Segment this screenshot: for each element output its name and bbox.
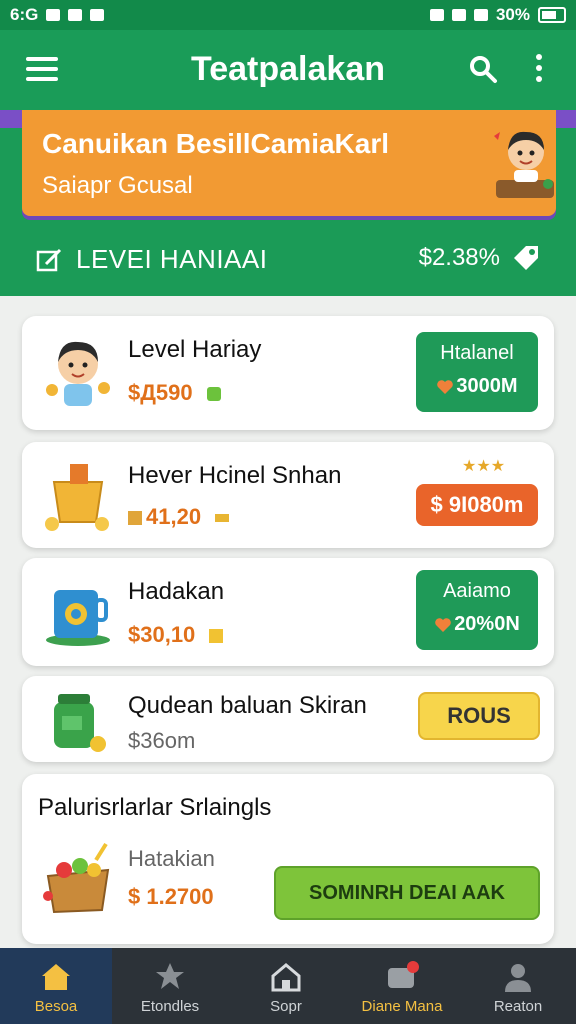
card-price-value: $30,10 bbox=[128, 622, 196, 647]
offer-card[interactable]: Hever Hcinel Snhan 41,20 ★★★ $ 9I080m bbox=[22, 442, 554, 548]
status-bar: 6:G 30% bbox=[0, 0, 576, 30]
bluetooth-icon bbox=[429, 9, 444, 21]
nav-home[interactable]: Besoa bbox=[0, 948, 112, 1024]
search-icon[interactable] bbox=[468, 54, 498, 84]
banner-character-icon bbox=[494, 131, 554, 198]
promo-action-button[interactable]: SOMINRH DEAI AAK bbox=[274, 866, 540, 920]
crown-icon bbox=[209, 629, 224, 644]
nav-label: Sopr bbox=[270, 998, 302, 1015]
card-price: $30,10 bbox=[128, 622, 224, 648]
store-icon bbox=[271, 963, 301, 992]
status-right: 30% bbox=[429, 5, 566, 25]
status-left: 6:G bbox=[10, 5, 105, 25]
button-bottom: 20%0N bbox=[416, 613, 538, 636]
button-top-label: Htalanel bbox=[440, 342, 514, 364]
claim-button[interactable]: Aaiamo 20%0N bbox=[416, 570, 538, 650]
nav-profile[interactable]: Reaton bbox=[462, 948, 574, 1024]
nav-messages[interactable]: Diane Mana bbox=[346, 948, 458, 1024]
more-options-icon[interactable] bbox=[534, 54, 544, 86]
leaf-icon bbox=[206, 387, 221, 402]
gift-basket-icon bbox=[43, 842, 110, 914]
nav-bundles[interactable]: Etondles bbox=[114, 948, 226, 1024]
card-title: Level Hariay bbox=[128, 336, 262, 363]
coin-stack-icon bbox=[128, 511, 142, 526]
card-title: Hadakan bbox=[128, 578, 225, 605]
heart-icon bbox=[435, 617, 451, 632]
claim-button[interactable]: Htalanel 3000M bbox=[416, 332, 538, 412]
button-bottom: 3000M bbox=[416, 375, 538, 398]
button-top-label: Aaiamo bbox=[443, 580, 511, 602]
card-price-value: $Д590 bbox=[128, 380, 193, 405]
battery-icon bbox=[538, 7, 566, 23]
profile-icon bbox=[505, 964, 531, 992]
leaf-icon bbox=[156, 963, 184, 989]
home-icon bbox=[42, 964, 70, 990]
nav-label: Besoa bbox=[34, 998, 78, 1015]
status-time: 6:G bbox=[10, 5, 39, 24]
level-row: LEVEI HANIAAI $2.38% bbox=[36, 242, 546, 278]
app-bar: Teatpalakan bbox=[0, 30, 576, 110]
rating-stars-icon: ★★★ bbox=[462, 458, 506, 475]
button-bottom-label: 20%0N bbox=[454, 613, 520, 635]
card-price-value: $36om bbox=[128, 728, 196, 753]
promo-item-title: Hatakian bbox=[128, 846, 215, 871]
promo-card: Palurisrlarlar Srlaingls Hatakian $ 1.27… bbox=[22, 774, 554, 944]
edit-icon[interactable] bbox=[36, 248, 62, 274]
level-label: LEVEI HANIAAI bbox=[76, 244, 268, 274]
jar-icon bbox=[54, 694, 106, 752]
coin-icon bbox=[215, 514, 230, 523]
notification-icon bbox=[68, 9, 83, 21]
nav-label: Diane Mana bbox=[361, 998, 443, 1015]
bucket-icon bbox=[45, 464, 109, 531]
buy-button[interactable]: $ 9I080m bbox=[416, 484, 538, 526]
signal-icon bbox=[46, 9, 61, 21]
card-price: 41,20 bbox=[128, 504, 230, 530]
message-icon bbox=[388, 961, 419, 988]
card-title: Hever Hcinel Snhan bbox=[128, 462, 342, 489]
bonus-button[interactable]: ROUS bbox=[418, 692, 540, 740]
nav-shop[interactable]: Sopr bbox=[230, 948, 342, 1024]
banner-title: Canuikan BesillCamiaKarl bbox=[42, 128, 390, 159]
card-price: $36om bbox=[128, 728, 195, 754]
offer-card[interactable]: Qudean baluan Skiran $36om ROUS bbox=[22, 676, 554, 762]
card-price: $Д590 bbox=[128, 380, 221, 406]
card-price-value: 41,20 bbox=[146, 504, 202, 529]
promo-price: $ 1.2700 bbox=[128, 884, 214, 909]
promo-title: Palurisrlarlar Srlaingls bbox=[38, 794, 272, 821]
banner-subtitle: Saiapr Gcusal bbox=[42, 172, 193, 199]
promo-banner[interactable]: Canuikan BesillCamiaKarl Saiapr Gcusal bbox=[22, 110, 556, 216]
nav-label: Etondles bbox=[140, 998, 200, 1015]
button-bottom-label: 3000M bbox=[456, 375, 518, 397]
character-icon bbox=[46, 341, 110, 406]
wifi-icon bbox=[451, 9, 466, 21]
card-title: Qudean baluan Skiran bbox=[128, 692, 367, 719]
level-value: $2.38% bbox=[418, 244, 500, 271]
heart-icon bbox=[437, 379, 454, 394]
app-notification-icon bbox=[90, 9, 105, 21]
cup-icon bbox=[46, 590, 110, 646]
tag-icon[interactable] bbox=[510, 244, 540, 274]
nav-label: Reaton bbox=[493, 998, 543, 1015]
bottom-nav: Besoa Etondles Sopr Diane Mana Reaton bbox=[0, 948, 576, 1024]
cell-signal-icon bbox=[473, 9, 488, 21]
offer-card[interactable]: Hadakan $30,10 Aaiamo 20%0N bbox=[22, 558, 554, 666]
offer-card[interactable]: Level Hariay $Д590 Htalanel 3000M bbox=[22, 316, 554, 430]
battery-percent: 30% bbox=[495, 5, 530, 24]
